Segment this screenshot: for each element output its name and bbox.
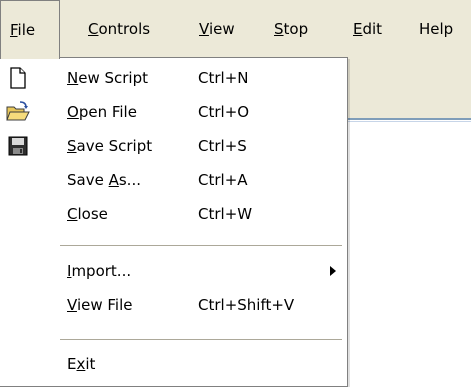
menu-item-shortcut: Ctrl+O — [198, 103, 250, 121]
menu-file-mnemonic: F — [10, 21, 18, 39]
menu-controls[interactable]: Controls — [79, 0, 159, 58]
menu-separator — [60, 339, 342, 340]
menu-view[interactable]: View — [190, 0, 244, 58]
menu-item-open-file[interactable]: Open File Ctrl+O — [0, 95, 346, 129]
menu-item-shortcut: Ctrl+Shift+V — [198, 296, 295, 314]
submenu-arrow-icon — [330, 266, 336, 276]
menu-edit-label: dit — [362, 20, 383, 38]
menu-item-label: Save As... — [67, 171, 141, 189]
menu-item-label: New Script — [67, 69, 149, 87]
menu-item-save-as[interactable]: Save As... Ctrl+A — [0, 163, 346, 197]
menu-item-view-file[interactable]: View File Ctrl+Shift+V — [0, 288, 346, 322]
save-floppy-icon — [8, 136, 28, 156]
menu-item-label: Import... — [67, 262, 132, 280]
menu-controls-label: ontrols — [98, 20, 151, 38]
menu-item-shortcut: Ctrl+N — [198, 69, 249, 87]
menu-view-label: iew — [208, 20, 235, 38]
menu-file-label: ile — [17, 21, 36, 39]
new-document-icon — [10, 67, 26, 89]
menu-item-shortcut: Ctrl+A — [198, 171, 248, 189]
menu-file[interactable]: File — [0, 0, 60, 59]
menu-item-exit[interactable]: Exit — [0, 347, 346, 381]
open-folder-icon — [6, 101, 30, 121]
menu-item-label: Exit — [67, 355, 96, 373]
menu-bar: File Controls View Stop Edit Help — [0, 0, 471, 59]
menu-item-new-script[interactable]: New Script Ctrl+N — [0, 61, 346, 95]
file-menu-dropdown: New Script Ctrl+N Open File Ctrl+O Save … — [0, 57, 348, 387]
menu-stop[interactable]: Stop — [265, 0, 317, 58]
menu-edit[interactable]: Edit — [344, 0, 391, 58]
menu-stop-label: top — [283, 20, 309, 38]
menu-stop-mnemonic: S — [274, 20, 284, 38]
menu-separator — [60, 245, 342, 246]
menu-item-label: Close — [67, 205, 108, 223]
menu-view-mnemonic: V — [199, 20, 209, 38]
menu-item-label: Save Script — [67, 137, 153, 155]
menu-item-close[interactable]: Close Ctrl+W — [0, 197, 346, 231]
menu-item-label: Open File — [67, 103, 137, 121]
menu-item-shortcut: Ctrl+W — [198, 205, 253, 223]
menu-item-label: View File — [67, 296, 133, 314]
menu-help-label: Help — [419, 20, 454, 38]
menu-help[interactable]: Help — [410, 0, 462, 58]
menu-item-import[interactable]: Import... — [0, 254, 346, 288]
menu-controls-mnemonic: C — [88, 20, 99, 38]
menu-item-shortcut: Ctrl+S — [198, 137, 247, 155]
menu-item-save-script[interactable]: Save Script Ctrl+S — [0, 129, 346, 163]
